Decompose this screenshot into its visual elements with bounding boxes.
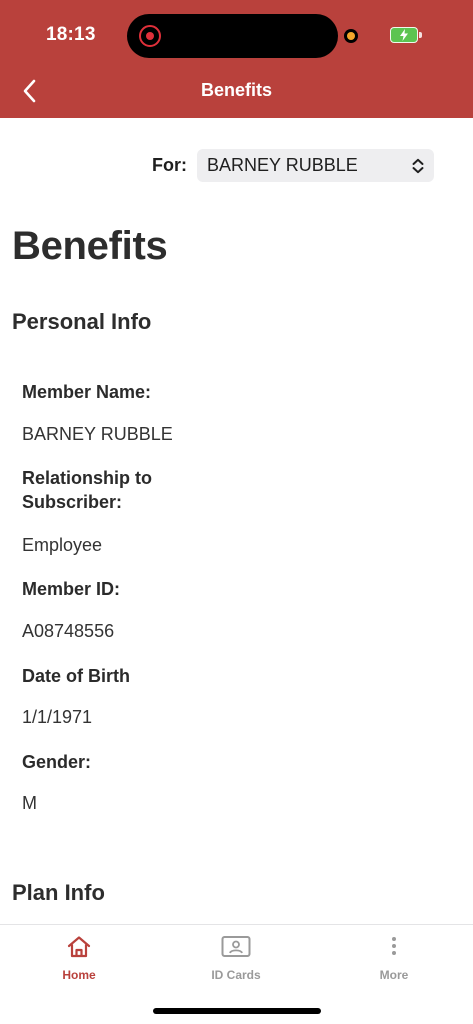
tab-more-label: More [379, 968, 409, 982]
app-header: 18:13 Benefits [0, 0, 473, 118]
relationship-value: Employee [22, 535, 103, 555]
status-time: 18:13 [46, 24, 96, 45]
camera-indicator-icon [344, 29, 358, 43]
screen-recording-icon [139, 25, 161, 47]
more-vertical-icon [392, 937, 396, 955]
member-name-value: BARNEY RUBBLE [22, 424, 173, 444]
member-id-label: Member ID: [22, 579, 121, 599]
id-card-icon [221, 936, 251, 957]
tab-more[interactable]: More [334, 925, 454, 991]
personal-info-heading: Personal Info [12, 309, 152, 334]
member-select[interactable]: BARNEY RUBBLE [197, 149, 434, 182]
battery-charging-icon [390, 27, 422, 43]
date-of-birth-value: 1/1/1971 [22, 707, 93, 727]
nav-title: Benefits [200, 80, 272, 100]
dynamic-island [127, 14, 338, 58]
member-select-value: BARNEY RUBBLE [207, 155, 358, 175]
relationship-label: Relationship to Subscriber: [22, 468, 152, 512]
member-name-label: Member Name: [22, 382, 152, 402]
member-id-value: A08748556 [22, 621, 115, 641]
date-of-birth-label: Date of Birth [22, 666, 130, 686]
tab-home[interactable]: Home [19, 925, 139, 991]
home-indicator[interactable] [153, 1008, 321, 1014]
tab-home-label: Home [62, 968, 96, 982]
member-select-label: For: [152, 155, 187, 175]
page-heading: Benefits [12, 224, 168, 268]
tab-id-cards[interactable]: ID Cards [176, 925, 296, 991]
tab-id-cards-label: ID Cards [211, 968, 261, 982]
gender-value: M [22, 793, 37, 813]
chevron-up-down-icon [412, 158, 424, 174]
home-icon [67, 936, 91, 958]
gender-label: Gender: [22, 752, 92, 772]
plan-info-heading: Plan Info [12, 880, 105, 905]
